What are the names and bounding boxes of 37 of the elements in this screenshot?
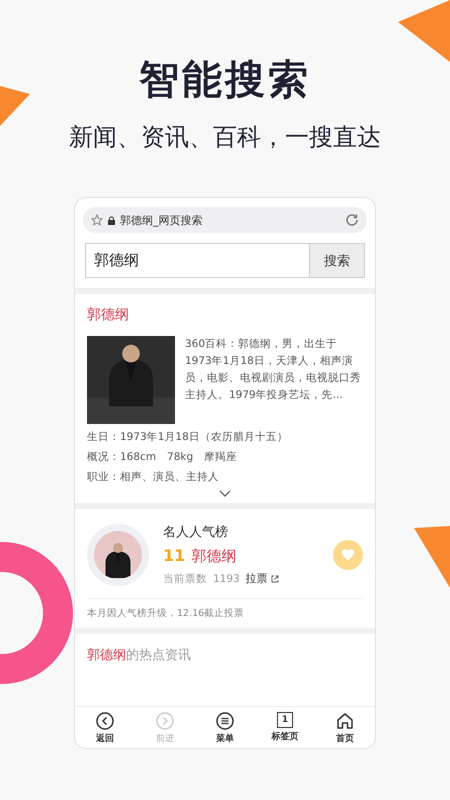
fact-line: 生日：1973年1月18日（农历腊月十五） <box>87 430 289 444</box>
tab-count: 1 <box>277 712 293 728</box>
lock-icon <box>108 216 115 224</box>
rank-number: 11 <box>163 546 186 565</box>
result-title[interactable]: 郭德纲 <box>87 306 363 324</box>
vote-count: 1193 <box>213 572 240 584</box>
external-link-icon <box>270 574 279 582</box>
chevron-down-icon[interactable] <box>219 490 231 497</box>
vote-link[interactable]: 拉票 <box>246 571 279 586</box>
forward-icon <box>156 712 174 730</box>
headline: 智能搜索 <box>139 56 311 105</box>
home-icon <box>336 712 354 730</box>
ranking-title: 名人人气榜 <box>163 524 229 541</box>
votes-label: 当前票数 <box>163 572 207 586</box>
search-field[interactable]: 郭德纲 <box>85 243 309 278</box>
triangle-drawing <box>0 86 30 126</box>
nav-button[interactable]: 首页 <box>320 712 370 745</box>
summary-text: 360百科：郭德纲，男，出生于1973年1月18日，天津人，相声演员，电影、电视剧演员，电视脱口秀主持人。1979年投身艺坛，先... <box>185 337 362 403</box>
heart-icon <box>341 548 355 561</box>
triangle-drawing <box>398 0 450 62</box>
section-heading: 郭德纲的热点资讯 <box>86 647 192 665</box>
reload-icon[interactable] <box>345 213 359 227</box>
celebrity-name: 郭德纲 <box>191 547 236 566</box>
triangle-drawing <box>414 526 450 588</box>
tagline: 新闻、资讯、百科，一搜直达 <box>69 122 381 153</box>
page-title: 郭德纲_网页搜索 <box>120 212 204 228</box>
menu-icon <box>216 712 234 730</box>
address-bar[interactable]: 郭德纲_网页搜索 <box>83 207 367 233</box>
notice-text: 本月因人气榜升级，12.16截止投票 <box>87 598 363 620</box>
fact-line: 概况：168cm 78kg 摩羯座 <box>87 450 238 464</box>
nav-button[interactable]: 返回 <box>80 712 130 745</box>
star-icon <box>91 214 103 226</box>
nav-button[interactable]: 1 标签页 <box>260 712 310 745</box>
back-icon <box>96 712 114 730</box>
nav-button[interactable]: 菜单 <box>200 712 250 745</box>
search-button[interactable]: 搜索 <box>309 243 365 278</box>
fact-line: 职业：相声、演员、主持人 <box>87 470 220 484</box>
